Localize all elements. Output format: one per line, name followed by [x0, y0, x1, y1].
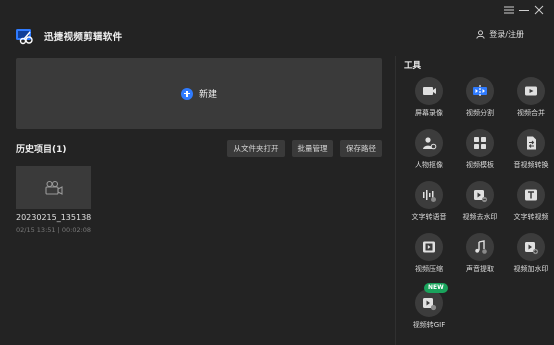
save-path-button[interactable]: 保存路径 — [340, 140, 382, 157]
video-split-icon — [473, 85, 487, 97]
tool-audio-extract[interactable]: 声音提取 — [455, 233, 505, 283]
project-thumbnail[interactable] — [16, 166, 91, 209]
tool-label: 文字转视频 — [513, 213, 549, 221]
login-button[interactable]: 登录/注册 — [476, 29, 524, 40]
remove-watermark-icon — [474, 190, 488, 203]
person-cutout-icon — [423, 137, 437, 150]
user-icon — [476, 30, 485, 39]
tool-video-to-gif[interactable]: NEW 视频转GIF — [404, 283, 454, 339]
open-folder-button[interactable]: 从文件夹打开 — [227, 140, 285, 157]
tool-av-convert[interactable]: 音视频转换 — [506, 129, 554, 179]
project-name[interactable]: 20230215_135138 — [16, 213, 91, 222]
menu-icon[interactable] — [503, 4, 515, 16]
tools-title: 工具 — [404, 61, 422, 71]
new-project-label: 新建 — [198, 90, 217, 100]
video-compress-icon — [423, 241, 435, 253]
tool-video-compress[interactable]: 视频压缩 — [404, 233, 454, 283]
minimize-icon[interactable] — [518, 4, 530, 16]
video-template-icon — [474, 137, 486, 149]
history-title: 历史项目(1) — [16, 145, 67, 155]
batch-manage-button[interactable]: 批量管理 — [292, 140, 333, 157]
tool-label: 视频合并 — [517, 109, 545, 117]
login-label: 登录/注册 — [489, 30, 524, 39]
text-to-video-icon — [525, 189, 537, 201]
tool-label: 视频转GIF — [412, 321, 446, 329]
add-watermark-icon — [525, 242, 539, 255]
tool-text-to-speech[interactable]: 文字转语音 — [404, 181, 454, 231]
video-camera-icon — [44, 180, 63, 195]
close-icon[interactable] — [533, 4, 545, 16]
tool-video-merge[interactable]: 视频合并 — [506, 77, 554, 127]
tool-screen-record[interactable]: 屏幕录像 — [404, 77, 454, 127]
plus-icon — [180, 87, 193, 100]
video-to-gif-icon — [423, 298, 437, 311]
app-title: 迅捷视频剪辑软件 — [44, 32, 123, 43]
app-logo-icon — [16, 29, 33, 45]
audio-extract-icon — [475, 240, 487, 254]
new-badge: NEW — [424, 283, 448, 293]
title-bar: 迅捷视频剪辑软件 登录/注册 — [0, 0, 554, 50]
project-meta: 02/15 13:51 | 00:02:08 — [16, 226, 92, 234]
tool-add-watermark[interactable]: 视频加水印 — [506, 233, 554, 283]
text-to-speech-icon — [423, 190, 436, 202]
tool-video-template[interactable]: 视频模板 — [455, 129, 505, 179]
tool-video-split[interactable]: 视频分割 — [455, 77, 505, 127]
tool-person-cutout[interactable]: 人物抠像 — [404, 129, 454, 179]
panel-divider — [395, 56, 396, 345]
video-merge-icon — [525, 86, 537, 96]
tool-label: 视频加水印 — [513, 265, 549, 273]
new-project-button[interactable]: 新建 — [16, 58, 382, 129]
av-convert-icon — [527, 136, 536, 150]
tool-label: 音视频转换 — [513, 161, 549, 169]
tool-remove-watermark[interactable]: 视频去水印 — [455, 181, 505, 231]
screen-record-icon — [423, 87, 436, 95]
tool-text-to-video[interactable]: 文字转视频 — [506, 181, 554, 231]
